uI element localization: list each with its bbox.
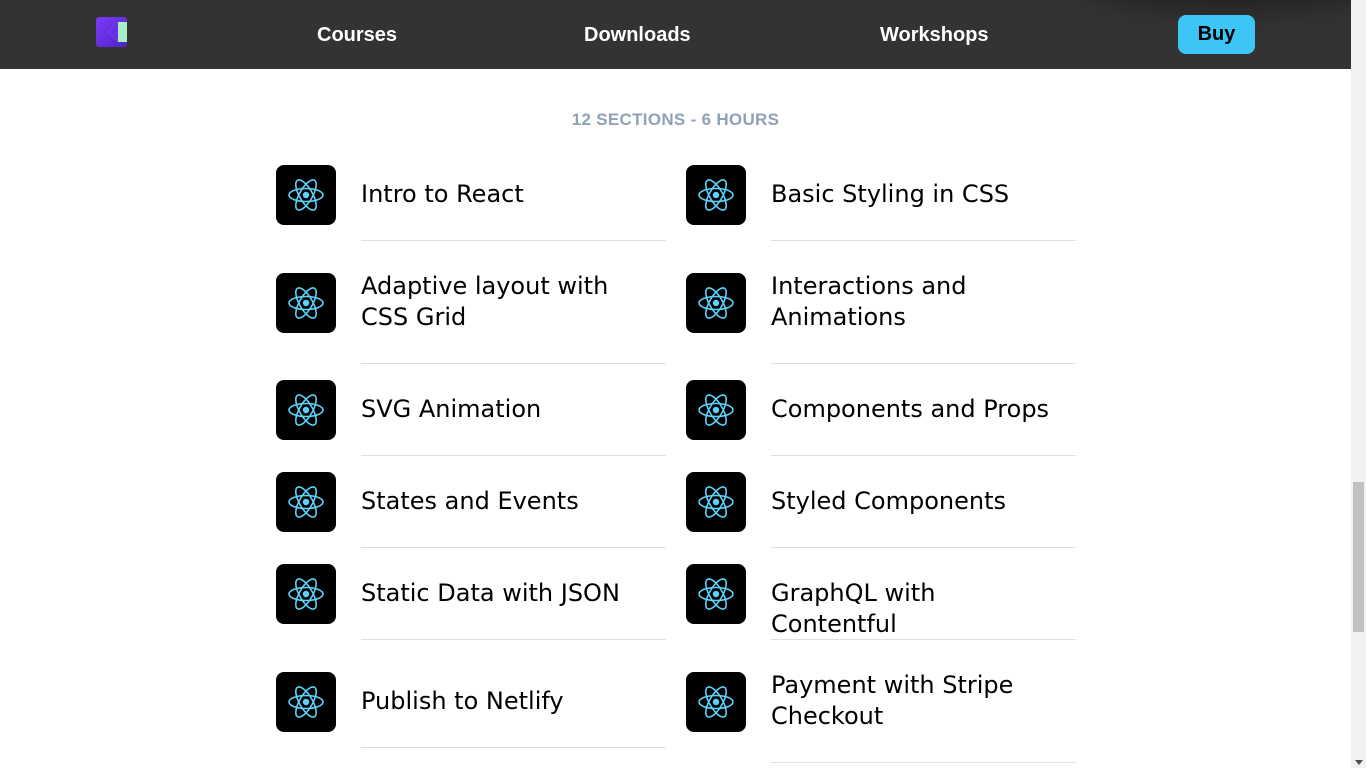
section-title: States and Events xyxy=(361,487,579,515)
page: Courses Downloads Workshops Buy 12 SECTI… xyxy=(0,0,1366,768)
page-scrollbar[interactable] xyxy=(1351,0,1366,768)
navbar-shadow xyxy=(1071,0,1351,10)
section-divider xyxy=(771,762,1076,763)
react-atom-icon xyxy=(686,472,746,532)
section-title: Adaptive layout with CSS Grid xyxy=(361,272,609,331)
section-title: Styled Components xyxy=(771,487,1006,515)
react-atom-icon xyxy=(686,380,746,440)
react-atom-icon xyxy=(276,165,336,225)
section-divider xyxy=(361,547,666,548)
section-divider xyxy=(771,639,1076,640)
section-divider xyxy=(771,547,1076,548)
react-atom-icon xyxy=(276,273,336,333)
section-item[interactable]: GraphQL with Contentful xyxy=(686,564,1076,640)
react-atom-icon xyxy=(686,672,746,732)
section-divider xyxy=(361,747,666,748)
section-title: Intro to React xyxy=(361,180,524,208)
nav-link-courses[interactable]: Courses xyxy=(317,22,397,48)
section-item[interactable]: Static Data with JSON xyxy=(276,564,666,640)
section-title: Components and Props xyxy=(771,395,1050,423)
section-title: SVG Animation xyxy=(361,395,542,423)
nav-link-workshops[interactable]: Workshops xyxy=(880,22,989,48)
section-item[interactable]: Intro to React xyxy=(276,165,666,241)
section-divider xyxy=(771,455,1076,456)
section-divider xyxy=(361,240,666,241)
top-navbar: Courses Downloads Workshops Buy xyxy=(0,0,1351,69)
react-atom-icon xyxy=(686,165,746,225)
buy-button[interactable]: Buy xyxy=(1178,15,1255,54)
kt-brand-logo-icon[interactable] xyxy=(96,17,127,47)
react-atom-icon xyxy=(276,564,336,624)
react-atom-icon xyxy=(276,472,336,532)
section-divider xyxy=(361,363,666,364)
section-item[interactable]: Components and Props xyxy=(686,380,1076,456)
section-title: Payment with Stripe Checkout xyxy=(771,671,1014,730)
section-title: Publish to Netlify xyxy=(361,687,564,715)
section-title: GraphQL with Contentful xyxy=(771,579,936,638)
nav-link-downloads[interactable]: Downloads xyxy=(584,22,691,48)
section-title: Interactions and Animations xyxy=(771,272,967,331)
section-item[interactable]: States and Events xyxy=(276,472,666,548)
section-item[interactable]: Payment with Stripe Checkout xyxy=(686,671,1076,763)
react-atom-icon xyxy=(686,564,746,624)
section-item[interactable]: Interactions and Animations xyxy=(686,272,1076,364)
react-atom-icon xyxy=(276,380,336,440)
section-divider xyxy=(361,455,666,456)
section-item[interactable]: Basic Styling in CSS xyxy=(686,165,1076,241)
section-divider xyxy=(771,240,1076,241)
sections-count-heading: 12 SECTIONS - 6 HOURS xyxy=(571,110,780,129)
section-item[interactable]: Publish to Netlify xyxy=(276,672,666,748)
section-item[interactable]: Styled Components xyxy=(686,472,1076,548)
section-item[interactable]: SVG Animation xyxy=(276,380,666,456)
section-item[interactable]: Adaptive layout with CSS Grid xyxy=(276,272,666,364)
scrollbar-thumb[interactable] xyxy=(1353,482,1364,632)
section-title: Basic Styling in CSS xyxy=(771,180,1010,208)
scroll-down-arrow-icon[interactable] xyxy=(1355,760,1363,765)
react-atom-icon xyxy=(276,672,336,732)
react-atom-icon xyxy=(686,273,746,333)
section-title: Static Data with JSON xyxy=(361,579,620,607)
section-divider xyxy=(771,363,1076,364)
section-divider xyxy=(361,639,666,640)
